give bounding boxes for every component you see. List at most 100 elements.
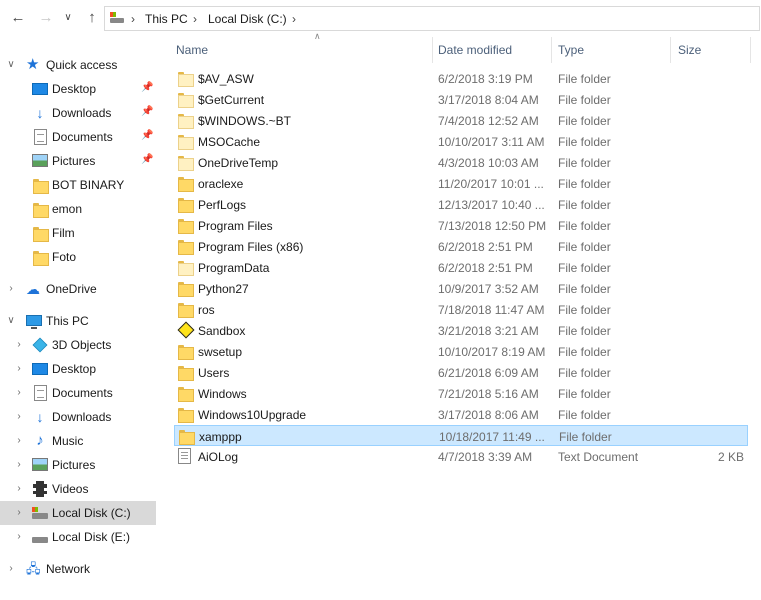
column-header-type[interactable]: Type <box>558 37 668 63</box>
nav-item-network[interactable]: › 🖧 Network <box>0 557 156 581</box>
breadcrumb-this-pc[interactable]: This PC <box>145 12 188 26</box>
file-row[interactable]: oraclexe 11/20/2017 10:01 ... File folder <box>174 173 748 194</box>
file-row[interactable]: Python27 10/9/2017 3:52 AM File folder <box>174 278 748 299</box>
file-row[interactable]: ProgramData 6/2/2018 2:51 PM File folder <box>174 257 748 278</box>
collapse-chevron-icon[interactable]: › <box>14 387 24 399</box>
folder-icon <box>178 428 195 445</box>
sandbox-icon <box>177 322 193 338</box>
nav-item-label: 3D Objects <box>52 338 112 352</box>
address-bar[interactable]: › This PC › Local Disk (C:) › <box>104 6 760 31</box>
column-divider[interactable] <box>750 37 751 63</box>
nav-item-emon[interactable]: emon <box>0 197 156 221</box>
nav-item-pictures[interactable]: › Pictures <box>0 453 156 477</box>
file-row[interactable]: $AV_ASW 6/2/2018 3:19 PM File folder <box>174 68 748 89</box>
collapse-chevron-icon[interactable]: › <box>6 283 16 295</box>
file-row[interactable]: xamppp 10/18/2017 11:49 ... File folder <box>174 425 748 446</box>
collapse-chevron-icon[interactable]: › <box>6 563 16 575</box>
nav-item-label: Desktop <box>52 362 97 376</box>
star-icon: ★ <box>26 56 40 73</box>
up-arrow-icon[interactable]: ↑ <box>82 8 102 28</box>
file-row[interactable]: PerfLogs 12/13/2017 10:40 ... File folder <box>174 194 748 215</box>
file-type: File folder <box>558 282 611 296</box>
nav-item-music[interactable]: › ♪ Music <box>0 429 156 453</box>
collapse-chevron-icon[interactable]: › <box>14 459 24 471</box>
file-name: $WINDOWS.~BT <box>198 114 292 128</box>
collapse-chevron-icon[interactable]: › <box>14 483 24 495</box>
collapse-chevron-icon[interactable]: › <box>14 435 24 447</box>
nav-item-documents[interactable]: › Documents <box>0 381 156 405</box>
collapse-chevron-icon[interactable]: › <box>14 363 24 375</box>
file-row[interactable]: AiOLog 4/7/2018 3:39 AM Text Document 2 KB <box>174 446 748 467</box>
file-name: Python27 <box>198 282 249 296</box>
nav-item-desktop[interactable]: Desktop 📌 <box>0 77 156 101</box>
nav-item-videos[interactable]: › Videos <box>0 477 156 501</box>
nav-item-3d-objects[interactable]: › 3D Objects <box>0 333 156 357</box>
file-row[interactable]: ros 7/18/2018 11:47 AM File folder <box>174 299 748 320</box>
file-row[interactable]: Windows10Upgrade 3/17/2018 8:06 AM File fo… <box>174 404 748 425</box>
recent-locations-chevron-icon[interactable]: ∨ <box>58 8 78 28</box>
column-divider[interactable] <box>551 37 552 63</box>
column-header-size[interactable]: Size <box>678 37 748 63</box>
file-type: File folder <box>558 93 611 107</box>
nav-item-label: Film <box>52 226 75 240</box>
file-name: $AV_ASW <box>198 72 254 86</box>
folder-icon <box>177 259 194 276</box>
breadcrumb-separator-icon[interactable]: › <box>193 12 197 26</box>
file-row[interactable]: MSOCache 10/10/2017 3:11 AM File folder <box>174 131 748 152</box>
file-row[interactable]: $WINDOWS.~BT 7/4/2018 12:52 AM File folder <box>174 110 748 131</box>
download-icon: ↓ <box>36 409 44 425</box>
nav-item-downloads[interactable]: ↓ Downloads 📌 <box>0 101 156 125</box>
nav-item-this-pc[interactable]: ∨ This PC <box>0 309 156 333</box>
breadcrumb-separator-icon[interactable]: › <box>292 12 296 26</box>
nav-item-bot-binary[interactable]: BOT BINARY <box>0 173 156 197</box>
file-row[interactable]: OneDriveTemp 4/3/2018 10:03 AM File folder <box>174 152 748 173</box>
nav-item-label: Foto <box>52 250 77 264</box>
folder-icon <box>177 70 194 87</box>
forward-arrow-icon[interactable]: → <box>36 8 56 28</box>
expand-chevron-icon[interactable]: ∨ <box>6 315 16 327</box>
nav-item-onedrive[interactable]: › ☁ OneDrive <box>0 277 156 301</box>
text-document-icon <box>177 448 191 464</box>
file-type: File folder <box>558 135 611 149</box>
column-header-name[interactable]: ∧ Name <box>176 31 434 63</box>
file-row[interactable]: Sandbox 3/21/2018 3:21 AM File folder <box>174 320 748 341</box>
file-row[interactable]: Users 6/21/2018 6:09 AM File folder <box>174 362 748 383</box>
folder-icon <box>177 343 194 360</box>
nav-item-local-disk-c[interactable]: › Local Disk (C:) <box>0 501 156 525</box>
download-icon: ↓ <box>36 105 44 121</box>
file-name: xamppp <box>199 430 242 444</box>
file-date-modified: 7/21/2018 5:16 AM <box>438 387 539 401</box>
file-date-modified: 6/2/2018 2:51 PM <box>438 261 533 275</box>
nav-item-film[interactable]: Film <box>0 221 156 245</box>
breadcrumb-separator-icon[interactable]: › <box>131 12 135 26</box>
nav-item-desktop[interactable]: › Desktop <box>0 357 156 381</box>
nav-item-documents[interactable]: Documents 📌 <box>0 125 156 149</box>
file-row[interactable]: Program Files 7/13/2018 12:50 PM File fold… <box>174 215 748 236</box>
pictures-icon <box>32 153 48 169</box>
column-divider[interactable] <box>432 37 433 63</box>
back-arrow-icon[interactable]: ← <box>8 8 28 28</box>
nav-item-pictures[interactable]: Pictures 📌 <box>0 149 156 173</box>
file-row[interactable]: Windows 7/21/2018 5:16 AM File folder <box>174 383 748 404</box>
breadcrumb-local-disk-c[interactable]: Local Disk (C:) <box>208 12 287 26</box>
nav-item-quick-access[interactable]: ∨ ★ Quick access <box>0 53 156 77</box>
column-divider[interactable] <box>670 37 671 63</box>
nav-item-downloads[interactable]: › ↓ Downloads <box>0 405 156 429</box>
expand-chevron-icon[interactable]: ∨ <box>6 59 16 71</box>
nav-item-label: Desktop <box>52 82 97 96</box>
file-name: swsetup <box>198 345 243 359</box>
file-date-modified: 6/2/2018 2:51 PM <box>438 240 533 254</box>
column-header-date-modified[interactable]: Date modified <box>438 37 548 63</box>
file-row[interactable]: swsetup 10/10/2017 8:19 AM File folder <box>174 341 748 362</box>
collapse-chevron-icon[interactable]: › <box>14 507 24 519</box>
nav-item-local-disk-e[interactable]: › Local Disk (E:) <box>0 525 156 549</box>
collapse-chevron-icon[interactable]: › <box>14 339 24 351</box>
file-row[interactable]: Program Files (x86) 6/2/2018 2:51 PM File … <box>174 236 748 257</box>
file-type: File folder <box>558 387 611 401</box>
collapse-chevron-icon[interactable]: › <box>14 531 24 543</box>
documents-icon <box>32 129 48 145</box>
collapse-chevron-icon[interactable]: › <box>14 411 24 423</box>
network-icon: 🖧 <box>26 561 41 576</box>
file-row[interactable]: $GetCurrent 3/17/2018 8:04 AM File folder <box>174 89 748 110</box>
nav-item-foto[interactable]: Foto <box>0 245 156 269</box>
